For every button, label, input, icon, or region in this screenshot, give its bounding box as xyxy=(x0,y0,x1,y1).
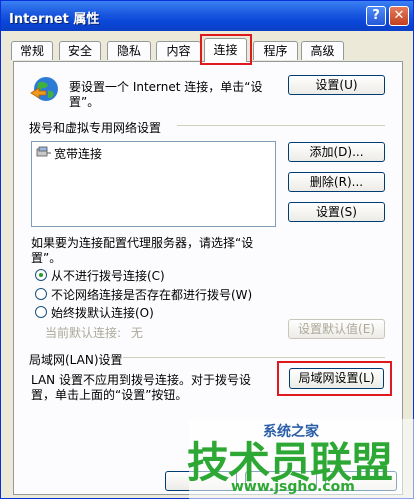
radio-dial-when-no-network[interactable] xyxy=(35,288,47,300)
window-title: Internet 属性 xyxy=(9,12,100,27)
tab-content[interactable]: 内容 xyxy=(156,41,201,60)
proxy-description-line1: 如果要为连接配置代理服务器，请选择“设 xyxy=(31,236,254,250)
tab-highlight-box xyxy=(200,34,252,65)
tab-advanced[interactable]: 高级 xyxy=(301,41,344,60)
radio-dial-when-no-network-label[interactable]: 不论网络连接是否存在都进行拨号(W) xyxy=(51,286,252,303)
list-item[interactable]: 宽带连接 xyxy=(54,145,102,162)
globe-icon xyxy=(29,75,61,105)
radio-never-dial-label[interactable]: 从不进行拨号连接(C) xyxy=(51,267,165,284)
title-bar[interactable]: Internet 属性 ? ✕ xyxy=(1,1,413,31)
radio-always-dial-default[interactable] xyxy=(35,306,47,318)
lan-heading: 局域网(LAN)设置 xyxy=(29,353,123,367)
remove-button[interactable]: 删除(R)... xyxy=(288,172,385,192)
internet-properties-window: Internet 属性 ? ✕ 常规 安全 隐私 内容 连接 程序 高级 要设置… xyxy=(0,0,414,500)
help-button[interactable]: ? xyxy=(366,6,386,26)
dialup-heading: 拨号和虚拟专用网络设置 xyxy=(29,121,162,135)
tab-general[interactable]: 常规 xyxy=(11,41,53,60)
dialup-divider xyxy=(177,125,385,126)
current-default-label: 当前默认连接: xyxy=(45,326,122,340)
radio-never-dial[interactable] xyxy=(35,269,47,281)
radio-always-dial-default-label[interactable]: 始终拨默认连接(O) xyxy=(51,304,154,321)
watermark-site: www.jsgho.com xyxy=(231,479,355,495)
tab-programs[interactable]: 程序 xyxy=(253,41,298,60)
lan-divider xyxy=(123,357,385,358)
connection-icon xyxy=(36,146,52,158)
tab-privacy[interactable]: 隐私 xyxy=(107,41,151,60)
tab-security[interactable]: 安全 xyxy=(59,41,101,60)
set-default-button[interactable]: 设置默认值(E) xyxy=(288,319,385,339)
dialup-connection-list[interactable]: 宽带连接 xyxy=(31,141,276,227)
lan-description-line2: 置，单击上面的“设置”按钮。 xyxy=(31,388,188,402)
setup-button[interactable]: 设置(U) xyxy=(288,75,385,95)
close-button[interactable]: ✕ xyxy=(389,6,409,26)
settings-button[interactable]: 设置(S) xyxy=(288,202,385,222)
current-default-value: 无 xyxy=(131,326,144,340)
lan-button-highlight-box xyxy=(277,361,392,396)
setup-description-line2: 置”。 xyxy=(69,95,100,109)
proxy-description-line2: 置”。 xyxy=(31,251,62,265)
add-button[interactable]: 添加(D)... xyxy=(288,142,385,162)
